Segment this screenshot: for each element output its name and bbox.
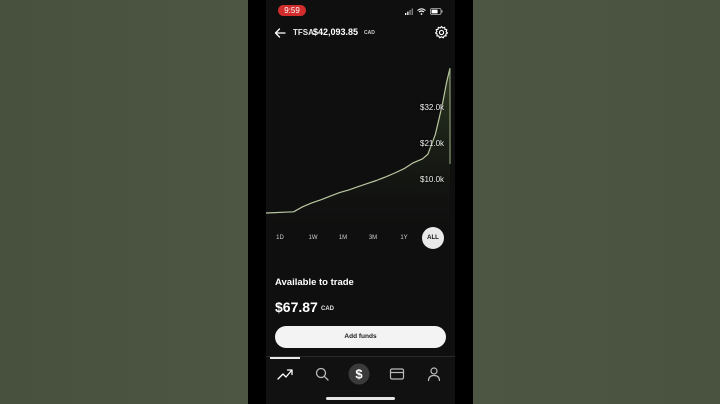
home-indicator[interactable]: [326, 397, 395, 400]
status-icons: [405, 6, 443, 16]
available-amount: $67.87: [275, 299, 318, 315]
person-icon[interactable]: [424, 365, 444, 383]
status-time: 9:59: [278, 5, 306, 16]
card-icon[interactable]: [387, 365, 407, 383]
range-1y-button[interactable]: 1Y: [394, 228, 414, 248]
range-3m-button[interactable]: 3M: [363, 228, 383, 248]
available-currency: CAD: [321, 306, 334, 312]
gear-icon[interactable]: [434, 25, 449, 40]
available-to-trade-title: Available to trade: [275, 277, 354, 288]
chart-label-10k: $10.0k: [420, 175, 445, 184]
background-left: [0, 0, 248, 404]
dollar-icon[interactable]: $: [348, 363, 370, 385]
account-header: TFSA $42,093.85 CAD: [266, 22, 455, 44]
chart-svg: [266, 67, 451, 222]
back-arrow-icon[interactable]: [273, 26, 287, 40]
battery-icon: [430, 7, 443, 15]
svg-text:$: $: [355, 367, 363, 382]
app-screen: 9:59 TFSA $42,093.85 CAD $32.0k $21.0k $…: [266, 0, 455, 404]
tab-active-indicator: [270, 357, 300, 359]
chart-label-21k: $21.0k: [420, 139, 445, 148]
status-bar: 9:59: [266, 0, 455, 20]
account-balance: $42,093.85: [313, 27, 359, 37]
range-1w-button[interactable]: 1W: [303, 228, 323, 248]
range-all-button[interactable]: ALL: [422, 227, 444, 249]
range-1m-button[interactable]: 1M: [333, 228, 353, 248]
wifi-icon: [417, 7, 426, 15]
account-currency: CAD: [364, 30, 375, 36]
search-icon[interactable]: [312, 365, 332, 383]
time-range-selector: 1D 1W 1M 3M 1Y ALL: [266, 227, 455, 249]
signal-icon: [405, 8, 413, 15]
trending-up-icon[interactable]: [275, 365, 295, 383]
phone-frame: 9:59 TFSA $42,093.85 CAD $32.0k $21.0k $…: [248, 0, 473, 404]
add-funds-button[interactable]: Add funds: [275, 326, 446, 348]
portfolio-chart[interactable]: $32.0k $21.0k $10.0k: [266, 52, 455, 222]
range-1d-button[interactable]: 1D: [272, 228, 288, 248]
background-right: [473, 0, 720, 404]
chart-label-32k: $32.0k: [420, 103, 445, 112]
account-type-label: TFSA: [293, 28, 314, 37]
